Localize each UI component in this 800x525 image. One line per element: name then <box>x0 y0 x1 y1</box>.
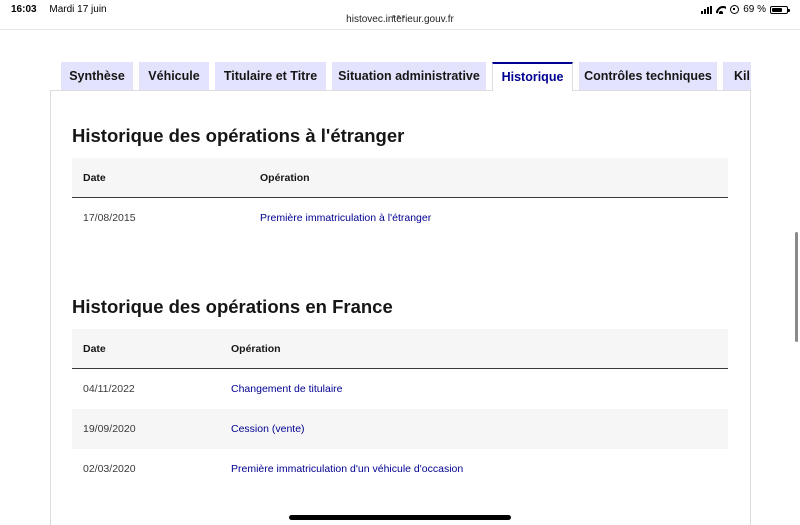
table-row: 04/11/2022 Changement de titulaire <box>72 369 728 409</box>
tab-kilometrage[interactable]: Kil <box>723 62 751 90</box>
battery-icon <box>770 5 790 14</box>
battery-percentage: 69 % <box>743 4 766 15</box>
column-header-operation: Opération <box>231 343 281 355</box>
tab-controles-techniques[interactable]: Contrôles techniques <box>579 62 717 90</box>
status-bar: 16:03 Mardi 17 juin histovec.interieur.g… <box>0 0 800 30</box>
table-row: 02/03/2020 Première immatriculation d'un… <box>72 449 728 489</box>
france-history-table: Date Opération 04/11/2022 Changement de … <box>72 329 728 489</box>
table-row: 19/09/2020 Cession (vente) <box>72 409 728 449</box>
tab-historique[interactable]: Historique <box>492 62 573 91</box>
row-operation: Cession (vente) <box>231 423 305 435</box>
home-indicator[interactable] <box>289 515 511 520</box>
cellular-signal-icon <box>701 5 713 14</box>
battery-fill <box>772 7 782 12</box>
table-header: Date Opération <box>72 329 728 369</box>
row-operation: Première immatriculation d'un véhicule d… <box>231 463 464 475</box>
row-date: 19/09/2020 <box>83 423 136 435</box>
tab-titulaire-et-titre[interactable]: Titulaire et Titre <box>215 62 326 90</box>
column-header-date: Date <box>83 172 106 184</box>
page-scrollbar[interactable] <box>795 232 798 342</box>
wifi-icon <box>716 6 726 14</box>
tab-vehicule[interactable]: Véhicule <box>139 62 209 90</box>
row-date: 04/11/2022 <box>83 383 135 395</box>
column-header-operation: Opération <box>260 172 310 184</box>
tab-situation-administrative[interactable]: Situation administrative <box>332 62 486 90</box>
table-row: 17/08/2015 Première immatriculation à l'… <box>72 198 728 238</box>
foreign-history-title: Historique des opérations à l'étranger <box>72 125 405 146</box>
column-header-date: Date <box>83 343 106 355</box>
status-right: 69 % <box>701 4 790 15</box>
tab-synthese[interactable]: Synthèse <box>61 62 133 90</box>
row-date: 02/03/2020 <box>83 463 136 475</box>
multitasking-dots-icon[interactable] <box>392 5 408 18</box>
orientation-lock-icon <box>730 5 740 14</box>
row-operation: Première immatriculation à l'étranger <box>260 212 432 224</box>
row-date: 17/08/2015 <box>83 212 136 224</box>
tab-bar: Synthèse Véhicule Titulaire et Titre Sit… <box>61 62 751 91</box>
foreign-history-table: Date Opération 17/08/2015 Première immat… <box>72 158 728 238</box>
table-header: Date Opération <box>72 158 728 198</box>
row-operation: Changement de titulaire <box>231 383 343 395</box>
france-history-title: Historique des opérations en France <box>72 296 393 317</box>
address-bar-url[interactable]: histovec.interieur.gouv.fr <box>0 14 800 25</box>
